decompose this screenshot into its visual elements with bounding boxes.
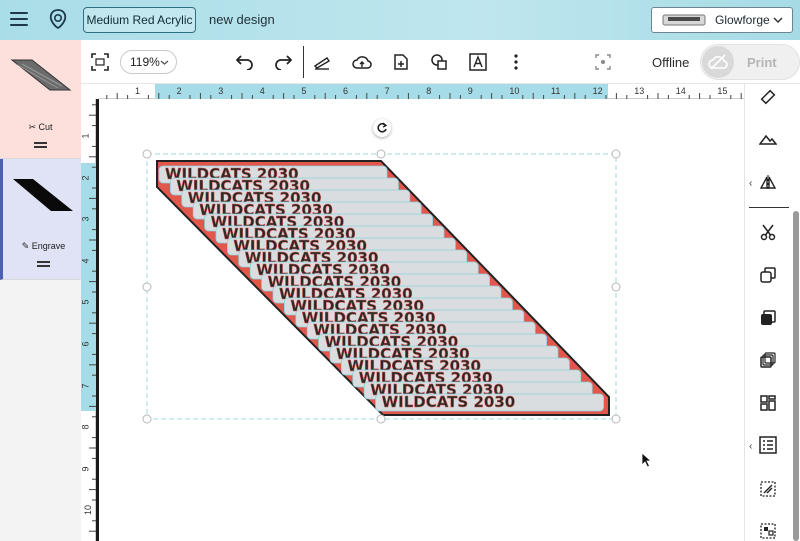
printer-thumbnail-icon bbox=[662, 13, 706, 27]
selection-handle[interactable] bbox=[142, 414, 152, 424]
ruler-number: 1 bbox=[135, 86, 141, 96]
scrollbar[interactable] bbox=[793, 211, 799, 541]
ruler-number: 5 bbox=[80, 299, 91, 305]
ruler-number: 4 bbox=[259, 86, 265, 96]
ruler-corner bbox=[81, 84, 99, 99]
step-cut[interactable]: ✂ Cut bbox=[0, 40, 81, 159]
ruler-number: 10 bbox=[83, 505, 94, 516]
pencil-icon: ✎ bbox=[21, 241, 30, 251]
engrave-thumbnail bbox=[11, 173, 77, 217]
chevron-left-icon[interactable]: ‹ bbox=[749, 178, 752, 189]
ruler-number: 4 bbox=[80, 258, 91, 264]
material-button[interactable]: Medium Red Acrylic bbox=[83, 7, 196, 33]
group-icon[interactable] bbox=[757, 520, 779, 541]
step-engrave-label: ✎ Engrave bbox=[21, 241, 66, 251]
zoom-select[interactable]: 119% bbox=[120, 50, 177, 74]
ruler-number: 2 bbox=[80, 175, 91, 181]
ruler-number: 14 bbox=[675, 86, 686, 96]
ruler-top: 1 2 3 4 5 6 7 8 9 10 11 12 13 14 15 bbox=[99, 84, 744, 99]
ruler-number: 6 bbox=[80, 341, 91, 347]
grid-icon[interactable] bbox=[757, 434, 779, 456]
shapes-icon[interactable] bbox=[428, 51, 450, 73]
redo-icon[interactable] bbox=[272, 51, 294, 73]
flip-icon[interactable] bbox=[757, 172, 779, 194]
right-tool-panel: ‹ ‹ bbox=[744, 84, 800, 541]
ruler-number: 11 bbox=[551, 86, 561, 96]
duplicate-fill-icon[interactable] bbox=[757, 307, 779, 329]
more-icon[interactable] bbox=[505, 51, 527, 73]
offline-status: Offline bbox=[652, 55, 690, 70]
chevron-down-icon bbox=[773, 17, 783, 24]
chevron-left-icon[interactable]: ‹ bbox=[749, 441, 752, 452]
ruler-measure-icon[interactable] bbox=[757, 86, 779, 108]
selection-handle[interactable] bbox=[376, 149, 386, 159]
ruler-number: 9 bbox=[80, 466, 91, 472]
ruler-number: 5 bbox=[301, 86, 307, 96]
ruler-number: 10 bbox=[509, 86, 520, 96]
glowforge-logo-icon[interactable] bbox=[48, 8, 68, 30]
zoom-value: 119% bbox=[130, 55, 160, 69]
ruler-left: 1 2 3 4 5 6 7 8 9 10 bbox=[81, 99, 96, 541]
toolbar: 119% Offline Print bbox=[81, 40, 800, 84]
ruler-number: 8 bbox=[80, 424, 91, 430]
hamburger-menu-icon[interactable] bbox=[10, 11, 28, 27]
print-button[interactable]: Print bbox=[700, 44, 800, 80]
artwork-text: WILDCATS 2030 bbox=[382, 393, 516, 411]
toolbar-divider bbox=[303, 46, 304, 78]
chevron-down-icon bbox=[160, 60, 169, 65]
ruler-number: 3 bbox=[218, 86, 224, 96]
print-label: Print bbox=[747, 55, 777, 70]
drag-handle-icon[interactable] bbox=[34, 142, 47, 148]
design-canvas[interactable]: WILDCATS 2030 WILDCATS 2030 WILDCATS 2030 W… bbox=[99, 99, 744, 541]
scissors-icon[interactable] bbox=[757, 221, 779, 243]
add-artwork-icon[interactable] bbox=[390, 51, 412, 73]
ruler-number: 7 bbox=[384, 86, 390, 96]
copy-icon[interactable] bbox=[757, 264, 779, 286]
ruler-number: 2 bbox=[176, 86, 182, 96]
ruler-number: 13 bbox=[634, 86, 645, 96]
text-icon[interactable] bbox=[467, 51, 489, 73]
step-cut-label: ✂ Cut bbox=[28, 122, 53, 132]
steps-panel: ✂ Cut ✎ Engrave bbox=[0, 40, 81, 541]
app-header: Medium Red Acrylic new design Glowforge bbox=[0, 0, 800, 40]
selection-handle[interactable] bbox=[611, 414, 621, 424]
ruler-number: 3 bbox=[80, 216, 91, 222]
ruler-number: 6 bbox=[343, 86, 349, 96]
cut-thumbnail bbox=[8, 54, 74, 98]
drag-handle-icon[interactable] bbox=[37, 261, 50, 267]
arrange-icon[interactable] bbox=[757, 392, 779, 414]
scissors-icon: ✂ bbox=[28, 122, 36, 132]
mountain-icon[interactable] bbox=[757, 128, 779, 150]
selection-handle[interactable] bbox=[611, 149, 621, 159]
design-name[interactable]: new design bbox=[209, 12, 275, 27]
ruler-number: 12 bbox=[592, 86, 603, 96]
wildcats-artwork[interactable]: WILDCATS 2030WILDCATS 2030WILDCATS 2030W… bbox=[156, 160, 610, 416]
scanner-icon[interactable] bbox=[311, 51, 333, 73]
offline-cloud-icon bbox=[702, 46, 734, 78]
ruler-number: 7 bbox=[80, 383, 91, 389]
ruler-number: 9 bbox=[467, 86, 473, 96]
upload-icon[interactable] bbox=[351, 51, 373, 73]
selection-handle[interactable] bbox=[376, 414, 386, 424]
step-engrave[interactable]: ✎ Engrave bbox=[0, 159, 81, 280]
pattern-icon[interactable] bbox=[757, 478, 779, 500]
fit-to-view-icon[interactable] bbox=[89, 51, 111, 73]
ruler-number: 1 bbox=[80, 133, 91, 139]
undo-icon[interactable] bbox=[234, 51, 256, 73]
selection-handle[interactable] bbox=[611, 282, 621, 292]
machine-name: Glowforge bbox=[715, 13, 770, 27]
rotate-icon[interactable] bbox=[373, 119, 391, 137]
panel-divider bbox=[749, 207, 789, 208]
ruler-number: 15 bbox=[717, 86, 728, 96]
ruler-number: 8 bbox=[426, 86, 432, 96]
machine-select[interactable]: Glowforge bbox=[651, 7, 793, 33]
selection-handle[interactable] bbox=[142, 149, 152, 159]
selection-handle[interactable] bbox=[142, 282, 152, 292]
stack-icon[interactable] bbox=[757, 349, 779, 371]
center-focus-icon[interactable] bbox=[592, 51, 614, 73]
mouse-cursor-icon bbox=[641, 452, 653, 468]
